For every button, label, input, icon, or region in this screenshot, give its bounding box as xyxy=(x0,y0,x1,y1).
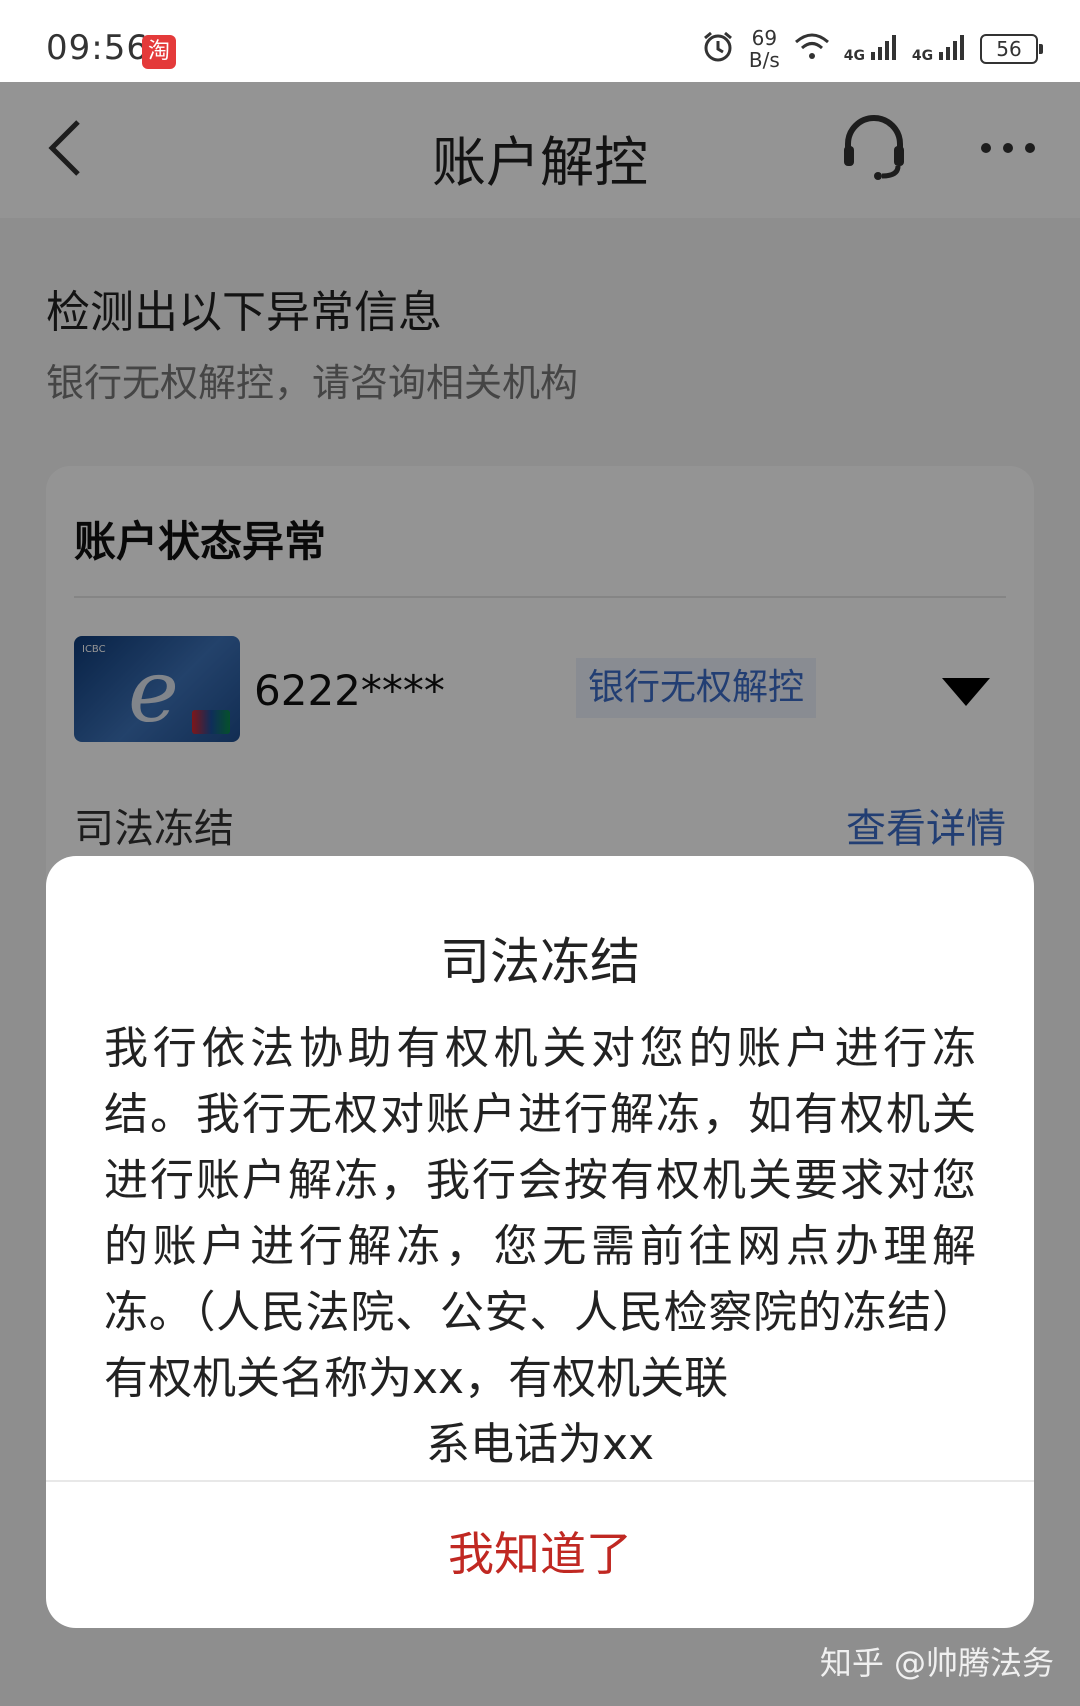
network-speed-value: 69 xyxy=(751,26,778,50)
confirm-button[interactable]: 我知道了 xyxy=(46,1480,1034,1628)
signal-icon-1: 4G xyxy=(844,34,898,64)
status-time: 09:56 xyxy=(46,28,149,68)
network-speed-unit: B/s xyxy=(748,48,780,72)
network-speed: 69 B/s xyxy=(749,27,780,71)
battery-icon: 56 xyxy=(980,34,1043,64)
watermark: 知乎 @帅腾法务 xyxy=(819,1644,1054,1682)
status-icons: 69 B/s 4G 4G 56 xyxy=(701,24,1043,74)
taobao-notification-icon: 淘 xyxy=(142,35,176,69)
dialog-body: 我行依法协助有权机关对您的账户进行冻结。我行无权对账户进行解冻，如有权机关进行账… xyxy=(104,1016,976,1478)
freeze-dialog: 司法冻结 我行依法协助有权机关对您的账户进行冻结。我行无权对账户进行解冻，如有权… xyxy=(46,856,1034,1628)
signal-label-1: 4G xyxy=(843,48,866,64)
dialog-body-last-line: 系电话为xx xyxy=(425,1419,655,1470)
signal-label-2: 4G xyxy=(911,48,934,64)
dialog-body-text: 我行依法协助有权机关对您的账户进行冻结。我行无权对账户进行解冻，如有权机关进行账… xyxy=(104,1023,976,1404)
status-bar: 09:56 淘 69 B/s 4G 4G 56 xyxy=(0,0,1080,82)
alarm-icon xyxy=(701,30,735,68)
dialog-title: 司法冻结 xyxy=(440,933,640,991)
signal-icon-2: 4G xyxy=(912,34,966,64)
wifi-icon xyxy=(794,32,830,66)
